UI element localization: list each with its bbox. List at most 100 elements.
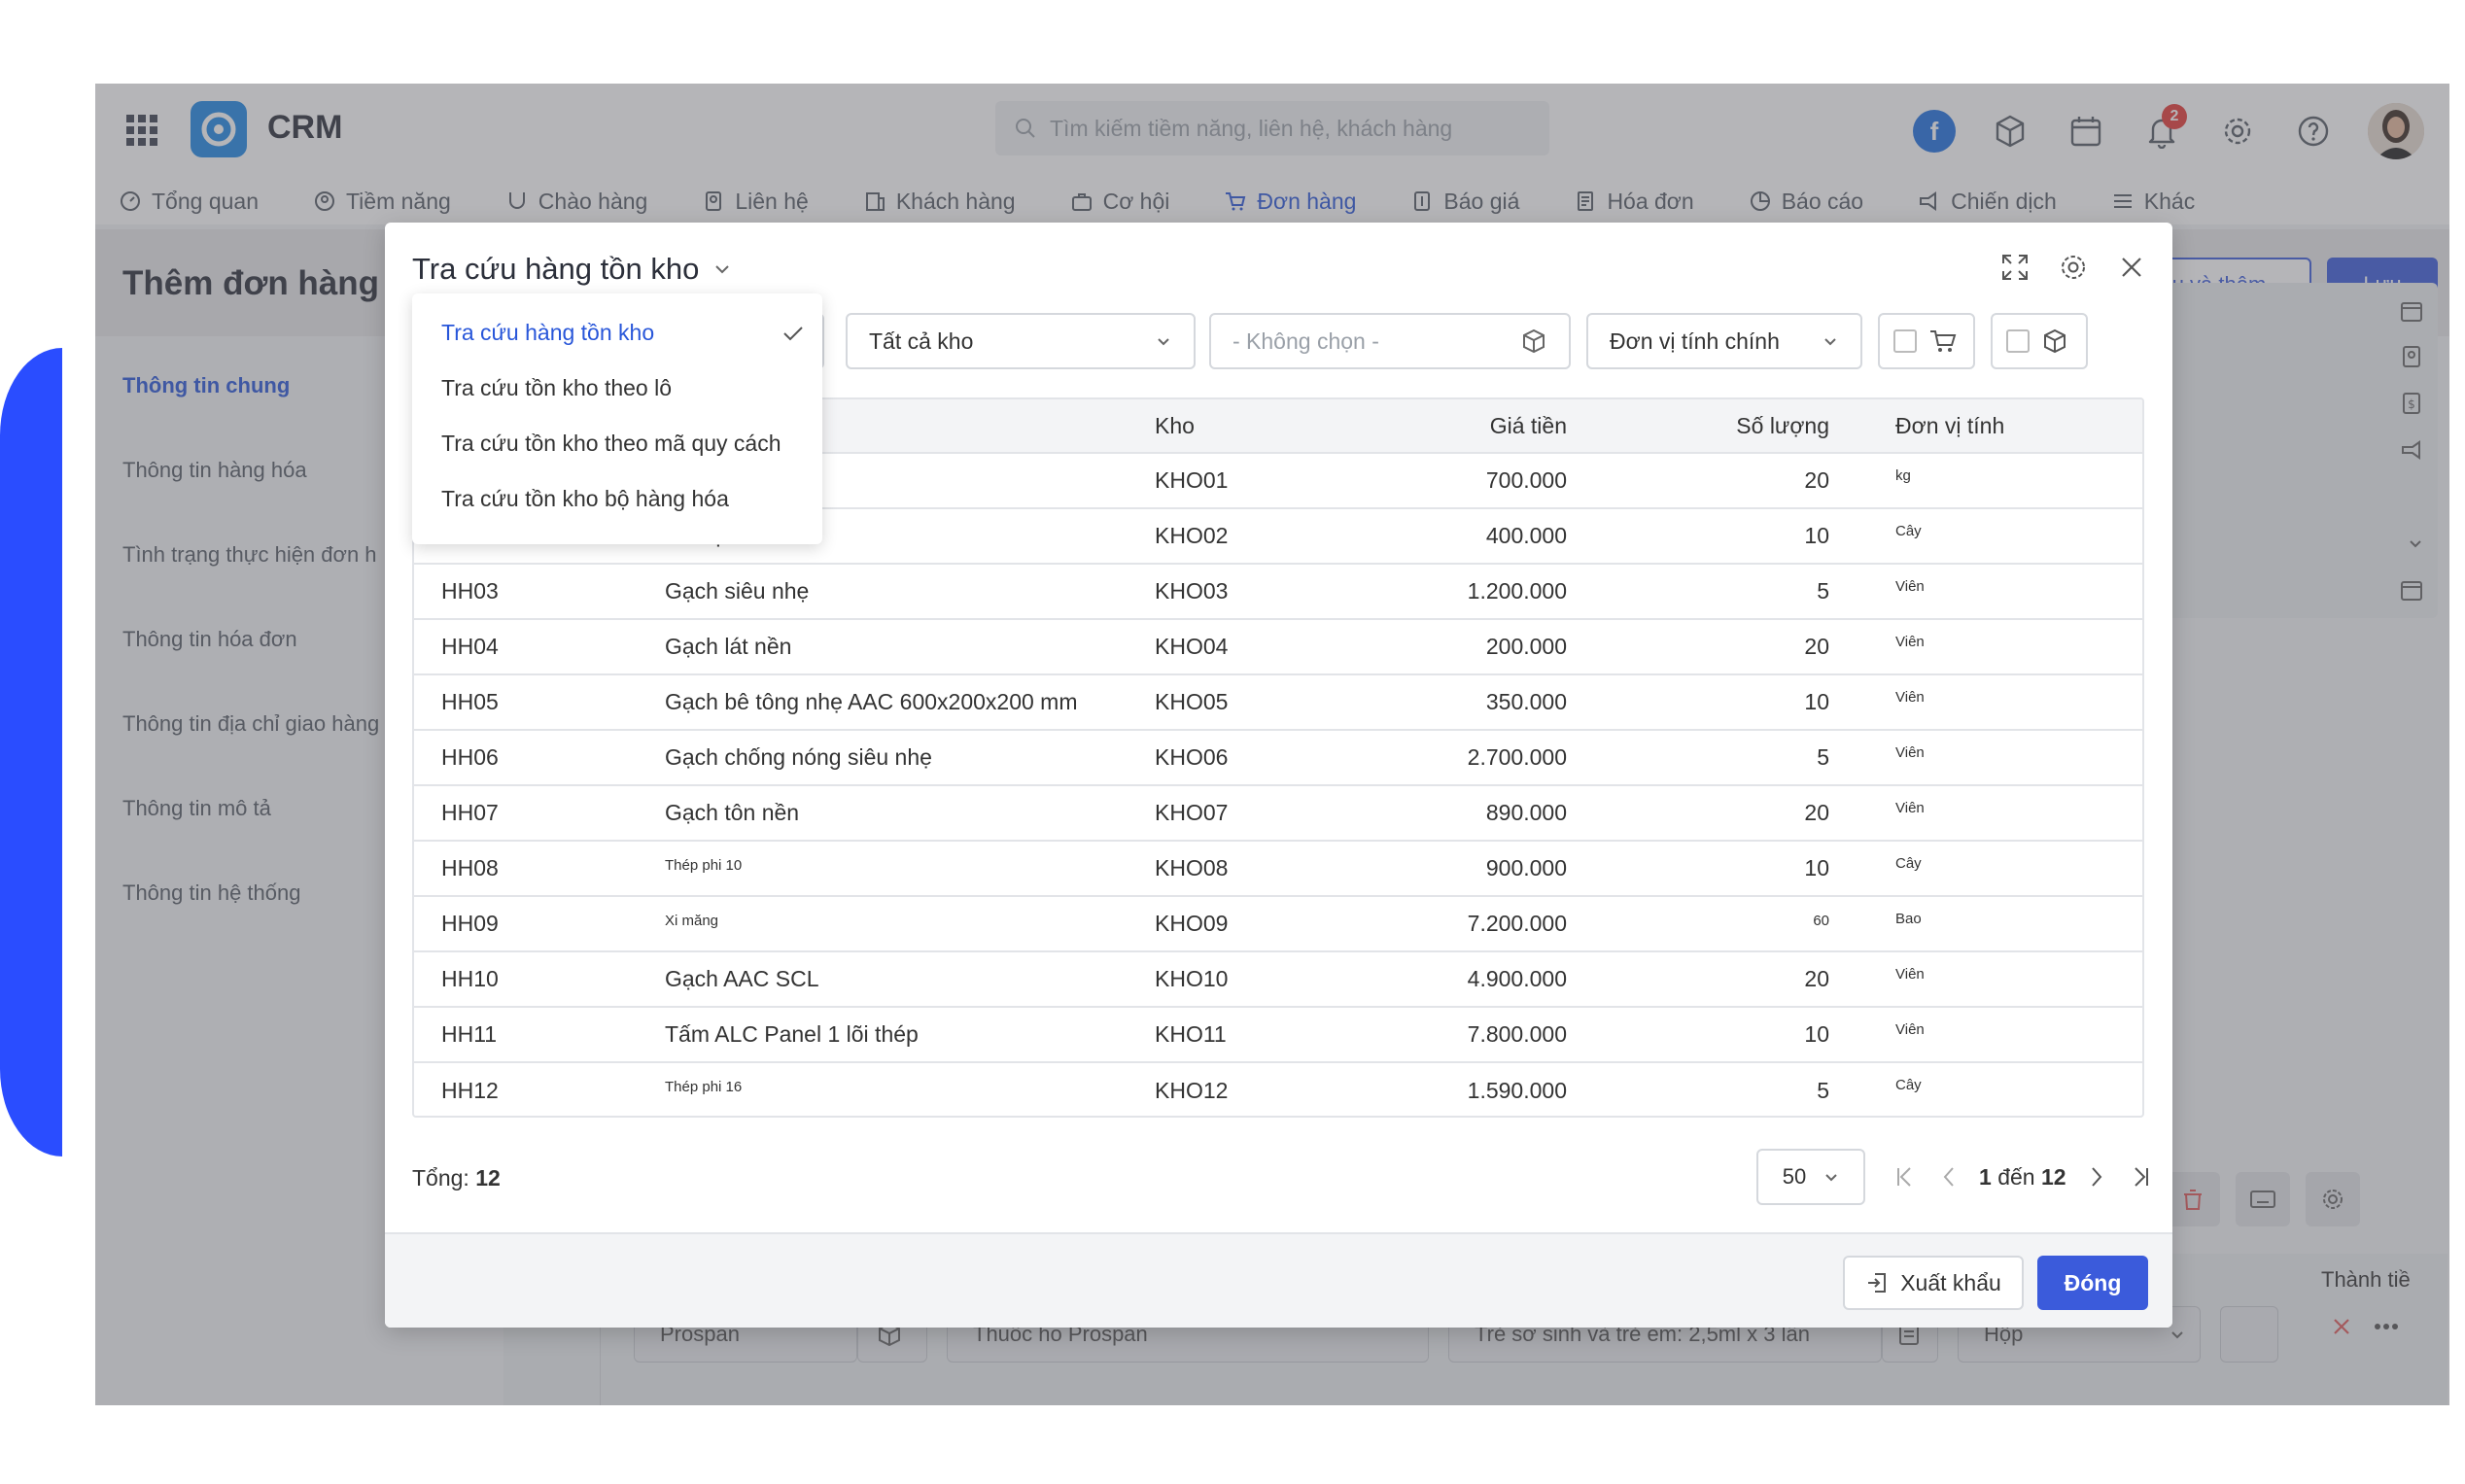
table-row[interactable]: HH03 Gạch siêu nhẹ KHO03 1.200.000 5 Viên	[414, 563, 2142, 619]
cell-quantity: 20	[1594, 784, 1857, 841]
item-picker-placeholder: - Không chọn -	[1232, 328, 1379, 354]
item-picker-input[interactable]: - Không chọn -	[1209, 313, 1571, 369]
dropdown-option-label: Tra cứu tồn kho theo lô	[441, 375, 673, 400]
cell-warehouse: KHO02	[1128, 507, 1361, 564]
next-page-icon[interactable]	[2082, 1157, 2111, 1196]
unit-type-select[interactable]: Đơn vị tính chính	[1586, 313, 1862, 369]
table-row[interactable]: HH11 Tấm ALC Panel 1 lõi thép KHO11 7.800.0…	[414, 1006, 2142, 1062]
cell-price: 7.200.000	[1361, 895, 1594, 951]
close-icon[interactable]	[2114, 250, 2149, 285]
cell-name: Gạch bê tông nhẹ AAC 600x200x200 mm	[638, 673, 1128, 730]
dropdown-option-0[interactable]: Tra cứu hàng tồn kho	[412, 305, 822, 361]
cart-filter-checkbox[interactable]	[1893, 329, 1917, 353]
decorative-blue-shape	[0, 348, 62, 1156]
table-row[interactable]: HH04 Gạch lát nền KHO04 200.000 20 Viên	[414, 618, 2142, 674]
cell-quantity: 10	[1594, 673, 1857, 730]
dropdown-option-1[interactable]: Tra cứu tồn kho theo lô	[412, 361, 822, 416]
cell-unit: Viên	[1857, 784, 2142, 841]
cell-warehouse: KHO04	[1128, 618, 1361, 674]
cell-unit: kg	[1857, 452, 2142, 508]
table-row[interactable]: HH05 Gạch bê tông nhẹ AAC 600x200x200 mm K…	[414, 673, 2142, 730]
cell-price: 1.590.000	[1361, 1061, 1594, 1116]
first-page-icon[interactable]	[1890, 1157, 1919, 1196]
cell-quantity: 5	[1594, 1061, 1857, 1116]
col-header-warehouse[interactable]: Kho	[1128, 399, 1361, 453]
cell-code: HH08	[414, 840, 638, 896]
cell-code: HH10	[414, 950, 638, 1007]
cell-warehouse: KHO08	[1128, 840, 1361, 896]
modal-tools	[1997, 250, 2149, 285]
page-from: 1	[1979, 1163, 1992, 1190]
warehouse-select[interactable]: Tất cả kho	[846, 313, 1196, 369]
table-row[interactable]: HH07 Gạch tôn nền KHO07 890.000 20 Viên	[414, 784, 2142, 841]
close-button[interactable]: Đóng	[2037, 1256, 2148, 1310]
export-button[interactable]: Xuất khẩu	[1843, 1256, 2024, 1310]
package-icon	[2044, 328, 2066, 354]
cell-unit: Bao	[1857, 895, 2142, 951]
warehouse-select-value: Tất cả kho	[869, 328, 974, 354]
col-header-unit[interactable]: Đơn vị tính	[1857, 399, 2142, 453]
cart-filter-toggle[interactable]	[1878, 313, 1975, 369]
table-row[interactable]: HH10 Gạch AAC SCL KHO10 4.900.000 20 Viên	[414, 950, 2142, 1007]
cell-code: HH05	[414, 673, 638, 730]
cell-unit: Viên	[1857, 729, 2142, 785]
page-size-select[interactable]: 50	[1756, 1149, 1865, 1205]
cell-code: HH06	[414, 729, 638, 785]
table-row[interactable]: HH08 Thép phi 10 KHO08 900.000 10 Cây	[414, 840, 2142, 896]
cell-unit: Viên	[1857, 618, 2142, 674]
cell-quantity: 20	[1594, 452, 1857, 508]
expand-icon[interactable]	[1997, 250, 2032, 285]
cell-unit: Cây	[1857, 507, 2142, 564]
col-header-price[interactable]: Giá tiền	[1361, 399, 1594, 453]
modal-settings-icon[interactable]	[2056, 250, 2091, 285]
cell-warehouse: KHO01	[1128, 452, 1361, 508]
total-count: Tổng: 12	[412, 1165, 501, 1191]
dropdown-option-label: Tra cứu tồn kho bộ hàng hóa	[441, 486, 729, 511]
cell-quantity: 5	[1594, 563, 1857, 619]
package-filter-toggle[interactable]	[1991, 313, 2088, 369]
cell-code: HH07	[414, 784, 638, 841]
cell-unit: Viên	[1857, 950, 2142, 1007]
cell-warehouse: KHO05	[1128, 673, 1361, 730]
dropdown-option-2[interactable]: Tra cứu tồn kho theo mã quy cách	[412, 416, 822, 471]
last-page-icon[interactable]	[2127, 1157, 2156, 1196]
chevron-down-icon	[1158, 338, 1169, 346]
package-filter-checkbox[interactable]	[2006, 329, 2030, 353]
total-label: Tổng:	[412, 1165, 469, 1191]
table-row[interactable]: HH12 Thép phi 16 KHO12 1.590.000 5 Cây	[414, 1061, 2142, 1116]
cell-quantity: 10	[1594, 1006, 1857, 1062]
table-row[interactable]: HH09 Xi măng KHO09 7.200.000 60 Bao	[414, 895, 2142, 951]
cell-price: 900.000	[1361, 840, 1594, 896]
prev-page-icon[interactable]	[1934, 1157, 1963, 1196]
chevron-down-icon	[1825, 1174, 1837, 1182]
cell-name: Thép phi 10	[638, 840, 1128, 896]
cell-code: HH09	[414, 895, 638, 951]
modal-title: Tra cứu hàng tồn kho	[412, 252, 700, 286]
cell-name: Gạch tôn nền	[638, 784, 1128, 841]
total-value: 12	[475, 1165, 501, 1191]
checkmark-icon	[781, 324, 805, 343]
dropdown-option-label: Tra cứu hàng tồn kho	[441, 320, 655, 345]
page-size-value: 50	[1782, 1164, 1807, 1189]
cell-code: HH03	[414, 563, 638, 619]
cell-code: HH11	[414, 1006, 638, 1062]
cell-unit: Viên	[1857, 673, 2142, 730]
lookup-type-dropdown: Tra cứu hàng tồn kho Tra cứu tồn kho theo…	[412, 293, 822, 544]
cell-code: HH04	[414, 618, 638, 674]
package-search-icon	[1523, 328, 1545, 354]
cell-name: Thép phi 16	[638, 1061, 1128, 1116]
cell-warehouse: KHO07	[1128, 784, 1361, 841]
dropdown-option-3[interactable]: Tra cứu tồn kho bộ hàng hóa	[412, 471, 822, 527]
cell-price: 4.900.000	[1361, 950, 1594, 1007]
page-to: 12	[2040, 1163, 2066, 1190]
cell-unit: Cây	[1857, 840, 2142, 896]
chevron-down-icon	[1824, 338, 1836, 346]
cell-unit: Viên	[1857, 563, 2142, 619]
lookup-type-selector[interactable]: Tra cứu hàng tồn kho	[412, 252, 732, 287]
chevron-down-icon	[715, 265, 730, 274]
table-row[interactable]: HH06 Gạch chống nóng siêu nhẹ KHO06 2.700.0…	[414, 729, 2142, 785]
cell-unit: Cây	[1857, 1061, 2142, 1116]
col-header-quantity[interactable]: Số lượng	[1594, 399, 1857, 453]
cell-name: Xi măng	[638, 895, 1128, 951]
cell-quantity: 20	[1594, 618, 1857, 674]
